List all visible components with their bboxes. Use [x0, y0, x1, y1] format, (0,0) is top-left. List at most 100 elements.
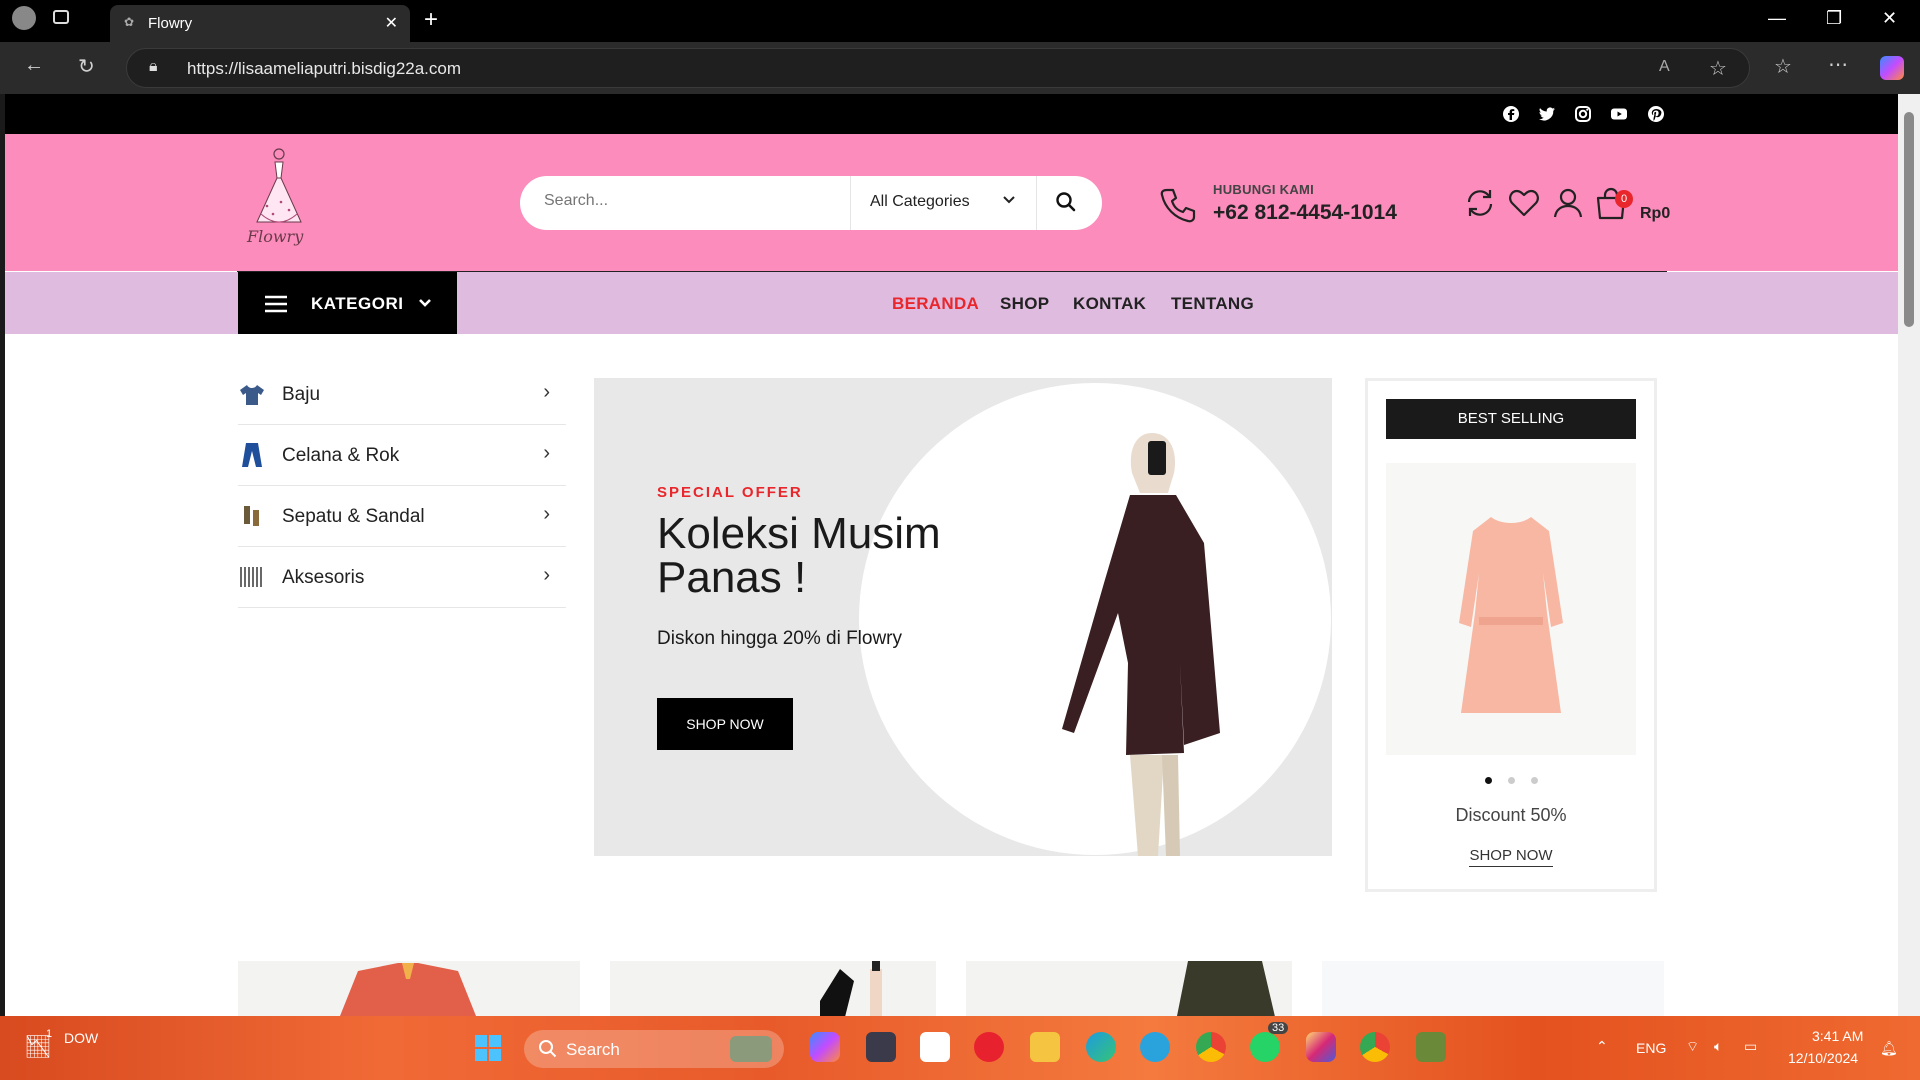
- read-aloud-icon[interactable]: A: [1659, 58, 1670, 76]
- volume-icon[interactable]: 🔈︎: [1714, 1038, 1722, 1055]
- more-menu-icon[interactable]: ⋯: [1828, 52, 1848, 77]
- nav-kontak[interactable]: KONTAK: [1073, 294, 1146, 314]
- main-nav: KATEGORI BERANDA SHOP KONTAK TENTANG: [5, 272, 1898, 334]
- category-select[interactable]: All Categories: [870, 193, 970, 211]
- restore-icon[interactable]: ❐: [1826, 8, 1842, 29]
- reload-icon[interactable]: ↻: [78, 54, 95, 79]
- close-tab-icon[interactable]: ✕: [385, 13, 398, 33]
- app-icon[interactable]: [1416, 1032, 1446, 1062]
- favorite-star-icon[interactable]: ☆: [1709, 56, 1727, 81]
- twitter-icon[interactable]: [1537, 104, 1557, 124]
- site-header: Flowry All Categories HUBUNGI KAMI +62 8…: [5, 134, 1898, 271]
- promo-skirt-image: [1177, 961, 1275, 1016]
- battery-icon[interactable]: ▭: [1744, 1038, 1757, 1055]
- category-label: Aksesoris: [282, 567, 365, 588]
- category-label: Sepatu & Sandal: [282, 506, 425, 527]
- cart-total[interactable]: Rp0: [1640, 205, 1670, 223]
- kategori-dropdown[interactable]: KATEGORI: [238, 272, 457, 334]
- telegram-icon[interactable]: [1140, 1032, 1170, 1062]
- notification-bell-icon[interactable]: 🔔︎: [1880, 1040, 1898, 1057]
- best-selling-product-image[interactable]: [1386, 463, 1636, 755]
- social-strip: [5, 94, 1898, 134]
- widget-text[interactable]: DOW: [64, 1030, 98, 1046]
- category-item-aksesoris[interactable]: Aksesoris ›: [238, 547, 566, 608]
- language-indicator[interactable]: ENG: [1636, 1040, 1666, 1056]
- compare-icon[interactable]: [1463, 186, 1497, 220]
- chrome-icon[interactable]: [1196, 1032, 1226, 1062]
- category-item-celana-rok[interactable]: Celana & Rok ›: [238, 425, 566, 486]
- tab-actions-icon[interactable]: [53, 10, 69, 24]
- youtube-icon[interactable]: [1609, 104, 1629, 124]
- nav-shop[interactable]: SHOP: [1000, 294, 1049, 314]
- chevron-down-icon[interactable]: [1000, 190, 1018, 208]
- clock-date[interactable]: 12/10/2024: [1788, 1050, 1858, 1066]
- clock-time[interactable]: 3:41 AM: [1812, 1028, 1863, 1044]
- url-field[interactable]: 🔒︎ https://lisaameliaputri.bisdig22a.com…: [126, 48, 1750, 88]
- minimize-icon[interactable]: —: [1768, 8, 1786, 29]
- pinterest-icon[interactable]: [1646, 104, 1666, 124]
- taskbar-search[interactable]: Search: [524, 1030, 784, 1068]
- carousel-dot-1[interactable]: [1484, 777, 1492, 784]
- logo-wordmark: Flowry: [246, 227, 304, 246]
- account-user-icon[interactable]: [1551, 186, 1585, 220]
- task-view-icon[interactable]: [866, 1032, 896, 1062]
- profile-avatar[interactable]: [12, 6, 36, 30]
- chevron-right-icon: ›: [543, 442, 550, 464]
- chevron-down-icon: [419, 299, 431, 307]
- search-bar: All Categories: [520, 176, 1102, 230]
- scrollbar-thumb[interactable]: [1904, 112, 1914, 327]
- search-input[interactable]: [544, 192, 834, 210]
- new-tab-icon[interactable]: +: [424, 6, 438, 34]
- pants-icon: [242, 443, 262, 467]
- file-explorer-icon[interactable]: [1030, 1032, 1060, 1062]
- start-icon[interactable]: [474, 1034, 502, 1062]
- nav-beranda[interactable]: BERANDA: [892, 294, 979, 314]
- tray-overflow-icon[interactable]: ⌃: [1596, 1038, 1608, 1055]
- whatsapp-icon[interactable]: [1250, 1032, 1280, 1062]
- contact-label: HUBUNGI KAMI: [1213, 182, 1315, 197]
- best-selling-card: BEST SELLING Discount 50% SHOP NOW: [1365, 378, 1657, 892]
- copilot-app-icon[interactable]: [810, 1032, 840, 1062]
- favorites-icon[interactable]: ☆: [1774, 54, 1792, 79]
- store-icon[interactable]: [920, 1032, 950, 1062]
- category-item-sepatu-sandal[interactable]: Sepatu & Sandal ›: [238, 486, 566, 547]
- cart-count-badge: 0: [1615, 190, 1633, 208]
- carousel-dot-2[interactable]: [1507, 777, 1515, 784]
- opera-icon[interactable]: [974, 1032, 1004, 1062]
- hero-shop-now-button[interactable]: SHOP NOW: [657, 698, 793, 750]
- back-icon[interactable]: ←: [24, 54, 44, 77]
- hero-banner: SPECIAL OFFER Koleksi Musim Panas ! Disk…: [594, 378, 1332, 856]
- chevron-right-icon: ›: [543, 381, 550, 403]
- browser-tab[interactable]: ✿ Flowry ✕: [110, 5, 410, 42]
- tab-favicon-icon: ✿: [124, 15, 135, 29]
- search-divider: [1036, 176, 1037, 230]
- wifi-icon[interactable]: ⌔: [1686, 1038, 1699, 1056]
- instagram-icon[interactable]: [1573, 104, 1593, 124]
- lock-icon[interactable]: 🔒︎: [149, 58, 158, 76]
- page-scrollbar[interactable]: [1898, 94, 1920, 1016]
- edge-icon[interactable]: [1086, 1032, 1116, 1062]
- promo-tile-4[interactable]: [1322, 961, 1664, 1016]
- category-label: Baju: [282, 384, 321, 405]
- promo-tile-1[interactable]: [238, 961, 580, 1016]
- promo-shirt-image: [340, 963, 476, 1016]
- search-icon[interactable]: [1054, 190, 1078, 214]
- nav-tentang[interactable]: TENTANG: [1171, 294, 1254, 314]
- dress-image: [1459, 517, 1563, 713]
- contact-phone[interactable]: +62 812-4454-1014: [1213, 201, 1397, 225]
- facebook-icon[interactable]: [1501, 104, 1521, 124]
- chrome-profile-icon[interactable]: [1360, 1032, 1390, 1062]
- copilot-icon[interactable]: [1880, 56, 1904, 80]
- window-close-icon[interactable]: ✕: [1882, 8, 1897, 29]
- category-item-baju[interactable]: Baju ›: [238, 364, 566, 425]
- taskbar-search-label: Search: [566, 1040, 620, 1059]
- instagram-app-icon[interactable]: [1306, 1032, 1336, 1062]
- wishlist-heart-icon[interactable]: [1507, 186, 1541, 220]
- promo-tile-3[interactable]: [966, 961, 1292, 1016]
- carousel-dots: [1368, 771, 1654, 789]
- promo-tile-2[interactable]: [610, 961, 936, 1016]
- carousel-dot-3[interactable]: [1530, 777, 1538, 784]
- flowry-logo[interactable]: Flowry: [237, 144, 317, 256]
- best-selling-heading: BEST SELLING: [1386, 399, 1636, 439]
- shop-now-link[interactable]: SHOP NOW: [1469, 847, 1553, 867]
